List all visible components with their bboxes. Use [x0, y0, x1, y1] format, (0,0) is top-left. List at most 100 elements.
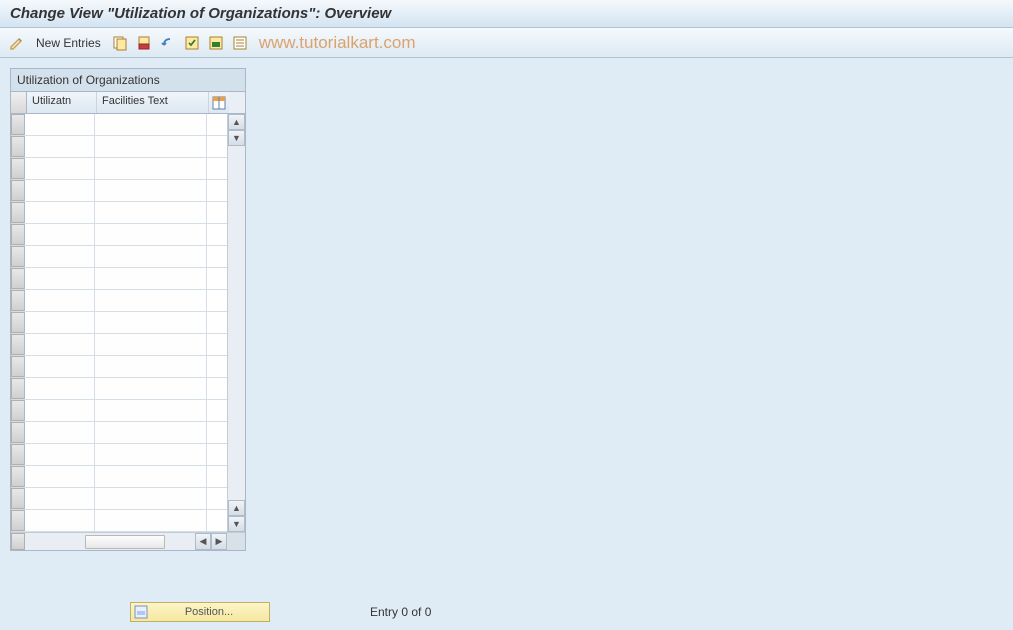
cell-facilities-text[interactable]	[95, 400, 207, 421]
scroll-left-button[interactable]: ◀	[195, 533, 211, 550]
column-header-facilities-text[interactable]: Facilities Text	[97, 92, 209, 113]
table-row	[11, 224, 227, 246]
cell-utilizatn[interactable]	[25, 444, 95, 465]
cell-utilizatn[interactable]	[25, 158, 95, 179]
table-row	[11, 268, 227, 290]
cell-utilizatn[interactable]	[25, 488, 95, 509]
cell-facilities-text[interactable]	[95, 180, 207, 201]
scroll-track-top[interactable]	[228, 146, 245, 500]
row-selector[interactable]	[11, 488, 25, 509]
cell-utilizatn[interactable]	[25, 246, 95, 267]
table-row	[11, 114, 227, 136]
watermark-text: www.tutorialkart.com	[259, 33, 416, 53]
cell-utilizatn[interactable]	[25, 466, 95, 487]
table-settings-button[interactable]	[209, 92, 229, 113]
row-selector[interactable]	[11, 290, 25, 311]
scroll-down-button-2[interactable]: ▼	[228, 516, 245, 532]
cell-utilizatn[interactable]	[25, 224, 95, 245]
row-selector-header[interactable]	[11, 92, 27, 113]
row-selector[interactable]	[11, 268, 25, 289]
row-selector[interactable]	[11, 444, 25, 465]
table-row	[11, 180, 227, 202]
scroll-up-button-2[interactable]: ▲	[228, 500, 245, 516]
column-header-utilizatn[interactable]: Utilizatn	[27, 92, 97, 113]
cell-utilizatn[interactable]	[25, 334, 95, 355]
scroll-down-button[interactable]: ▼	[228, 130, 245, 146]
table-rows	[11, 114, 227, 532]
row-selector[interactable]	[11, 224, 25, 245]
toolbar: New Entries	[0, 28, 1013, 58]
deselect-all-icon[interactable]	[231, 34, 249, 52]
cell-utilizatn[interactable]	[25, 180, 95, 201]
cell-facilities-text[interactable]	[95, 466, 207, 487]
cell-facilities-text[interactable]	[95, 114, 207, 135]
scroll-up-button[interactable]: ▲	[228, 114, 245, 130]
table-row	[11, 488, 227, 510]
position-button[interactable]: Position...	[130, 602, 270, 622]
toggle-change-icon[interactable]	[8, 34, 26, 52]
cell-facilities-text[interactable]	[95, 422, 207, 443]
row-selector[interactable]	[11, 136, 25, 157]
table-row	[11, 356, 227, 378]
row-selector[interactable]	[11, 334, 25, 355]
cell-facilities-text[interactable]	[95, 202, 207, 223]
row-selector[interactable]	[11, 114, 25, 135]
cell-facilities-text[interactable]	[95, 378, 207, 399]
cell-facilities-text[interactable]	[95, 334, 207, 355]
cell-utilizatn[interactable]	[25, 356, 95, 377]
row-selector[interactable]	[11, 180, 25, 201]
cell-utilizatn[interactable]	[25, 202, 95, 223]
horizontal-scrollbar[interactable]: ◀ ▶	[11, 532, 245, 550]
table-row	[11, 312, 227, 334]
copy-as-icon[interactable]	[111, 34, 129, 52]
new-entries-button[interactable]: New Entries	[32, 34, 105, 52]
cell-utilizatn[interactable]	[25, 510, 95, 531]
cell-facilities-text[interactable]	[95, 158, 207, 179]
row-selector[interactable]	[11, 246, 25, 267]
row-selector[interactable]	[11, 422, 25, 443]
vertical-scrollbar[interactable]: ▲ ▼ ▲ ▼	[227, 114, 245, 532]
row-selector[interactable]	[11, 312, 25, 333]
table-row	[11, 466, 227, 488]
cell-facilities-text[interactable]	[95, 290, 207, 311]
cell-utilizatn[interactable]	[25, 312, 95, 333]
hscroll-corner-right	[227, 533, 245, 550]
cell-facilities-text[interactable]	[95, 224, 207, 245]
cell-utilizatn[interactable]	[25, 268, 95, 289]
row-selector[interactable]	[11, 356, 25, 377]
cell-facilities-text[interactable]	[95, 136, 207, 157]
cell-facilities-text[interactable]	[95, 312, 207, 333]
table-body: ▲ ▼ ▲ ▼	[11, 114, 245, 532]
table-header-row: Utilizatn Facilities Text	[11, 92, 245, 114]
cell-facilities-text[interactable]	[95, 356, 207, 377]
row-selector[interactable]	[11, 158, 25, 179]
row-selector[interactable]	[11, 378, 25, 399]
page-title: Change View "Utilization of Organization…	[0, 0, 1013, 28]
table-panel: Utilization of Organizations Utilizatn F…	[10, 68, 246, 551]
scroll-right-button[interactable]: ▶	[211, 533, 227, 550]
cell-utilizatn[interactable]	[25, 290, 95, 311]
select-all-icon[interactable]	[183, 34, 201, 52]
cell-utilizatn[interactable]	[25, 136, 95, 157]
cell-utilizatn[interactable]	[25, 114, 95, 135]
table-row	[11, 202, 227, 224]
cell-facilities-text[interactable]	[95, 444, 207, 465]
delete-icon[interactable]	[135, 34, 153, 52]
row-selector[interactable]	[11, 510, 25, 531]
hscroll-thumb[interactable]	[85, 535, 165, 549]
hscroll-track[interactable]	[25, 533, 195, 550]
cell-facilities-text[interactable]	[95, 268, 207, 289]
cell-facilities-text[interactable]	[95, 510, 207, 531]
row-selector[interactable]	[11, 466, 25, 487]
table-row	[11, 400, 227, 422]
cell-facilities-text[interactable]	[95, 246, 207, 267]
cell-utilizatn[interactable]	[25, 378, 95, 399]
cell-utilizatn[interactable]	[25, 400, 95, 421]
cell-facilities-text[interactable]	[95, 488, 207, 509]
select-block-icon[interactable]	[207, 34, 225, 52]
row-selector[interactable]	[11, 400, 25, 421]
row-selector[interactable]	[11, 202, 25, 223]
undo-icon[interactable]	[159, 34, 177, 52]
cell-utilizatn[interactable]	[25, 422, 95, 443]
position-button-label: Position...	[185, 606, 233, 618]
